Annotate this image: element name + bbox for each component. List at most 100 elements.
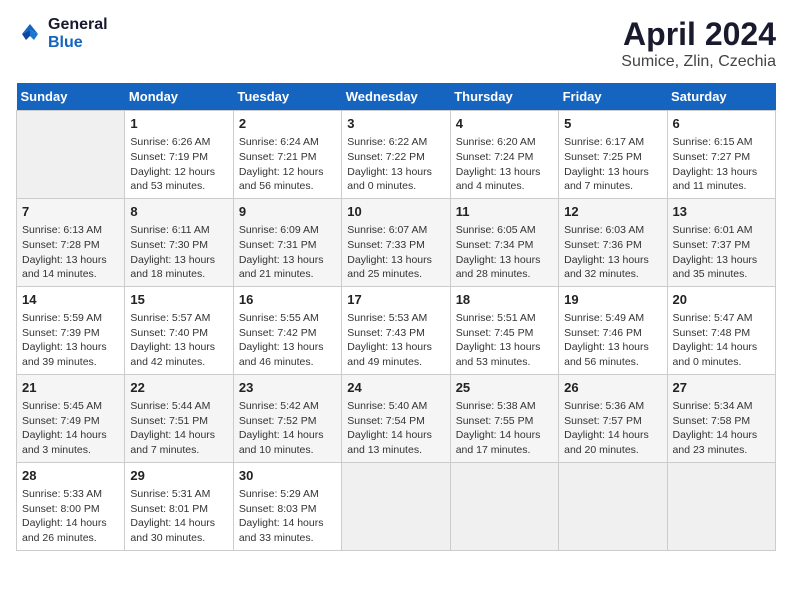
calendar-cell: 9 Sunrise: 6:09 AM Sunset: 7:31 PM Daylig… (233, 198, 341, 286)
day-number: 26 (564, 379, 661, 397)
calendar-cell: 30 Sunrise: 5:29 AM Sunset: 8:03 PM Dayli… (233, 462, 341, 550)
day-info: Sunrise: 5:33 AM Sunset: 8:00 PM Dayligh… (22, 487, 119, 546)
day-number: 9 (239, 203, 336, 221)
day-number: 24 (347, 379, 444, 397)
calendar-cell: 28 Sunrise: 5:33 AM Sunset: 8:00 PM Dayli… (17, 462, 125, 550)
day-info: Sunrise: 6:03 AM Sunset: 7:36 PM Dayligh… (564, 223, 661, 282)
day-info: Sunrise: 5:57 AM Sunset: 7:40 PM Dayligh… (130, 311, 227, 370)
day-number: 19 (564, 291, 661, 309)
calendar-cell: 7 Sunrise: 6:13 AM Sunset: 7:28 PM Daylig… (17, 198, 125, 286)
day-info: Sunrise: 5:29 AM Sunset: 8:03 PM Dayligh… (239, 487, 336, 546)
day-info: Sunrise: 5:51 AM Sunset: 7:45 PM Dayligh… (456, 311, 553, 370)
day-number: 7 (22, 203, 119, 221)
day-number: 28 (22, 467, 119, 485)
day-number: 16 (239, 291, 336, 309)
day-info: Sunrise: 5:40 AM Sunset: 7:54 PM Dayligh… (347, 399, 444, 458)
day-info: Sunrise: 6:09 AM Sunset: 7:31 PM Dayligh… (239, 223, 336, 282)
day-info: Sunrise: 5:53 AM Sunset: 7:43 PM Dayligh… (347, 311, 444, 370)
logo-icon (16, 20, 44, 48)
day-number: 11 (456, 203, 553, 221)
calendar-cell: 17 Sunrise: 5:53 AM Sunset: 7:43 PM Dayli… (342, 286, 450, 374)
calendar-cell: 19 Sunrise: 5:49 AM Sunset: 7:46 PM Dayli… (559, 286, 667, 374)
day-number: 30 (239, 467, 336, 485)
day-info: Sunrise: 6:13 AM Sunset: 7:28 PM Dayligh… (22, 223, 119, 282)
day-number: 29 (130, 467, 227, 485)
calendar-cell: 14 Sunrise: 5:59 AM Sunset: 7:39 PM Dayli… (17, 286, 125, 374)
day-number: 25 (456, 379, 553, 397)
calendar-cell: 15 Sunrise: 5:57 AM Sunset: 7:40 PM Dayli… (125, 286, 233, 374)
day-info: Sunrise: 6:22 AM Sunset: 7:22 PM Dayligh… (347, 135, 444, 194)
day-info: Sunrise: 6:07 AM Sunset: 7:33 PM Dayligh… (347, 223, 444, 282)
day-info: Sunrise: 6:05 AM Sunset: 7:34 PM Dayligh… (456, 223, 553, 282)
title-block: April 2024 Sumice, Zlin, Czechia (621, 16, 776, 71)
location: Sumice, Zlin, Czechia (621, 53, 776, 71)
logo: General Blue (16, 16, 108, 52)
calendar-cell: 16 Sunrise: 5:55 AM Sunset: 7:42 PM Dayli… (233, 286, 341, 374)
day-number: 8 (130, 203, 227, 221)
calendar-cell (450, 462, 558, 550)
calendar-cell: 27 Sunrise: 5:34 AM Sunset: 7:58 PM Dayli… (667, 374, 775, 462)
calendar-cell: 22Sunrise: 5:44 AM Sunset: 7:51 PM Dayli… (125, 374, 233, 462)
day-number: 20 (673, 291, 770, 309)
day-number: 21 (22, 379, 119, 397)
weekday-header-wednesday: Wednesday (342, 83, 450, 111)
calendar-cell (17, 111, 125, 199)
day-number: 3 (347, 115, 444, 133)
day-info: Sunrise: 5:42 AM Sunset: 7:52 PM Dayligh… (239, 399, 336, 458)
page-header: General Blue April 2024 Sumice, Zlin, Cz… (16, 16, 776, 71)
calendar-cell: 25 Sunrise: 5:38 AM Sunset: 7:55 PM Dayli… (450, 374, 558, 462)
day-info: Sunrise: 6:15 AM Sunset: 7:27 PM Dayligh… (673, 135, 770, 194)
day-number: 15 (130, 291, 227, 309)
calendar-cell: 5 Sunrise: 6:17 AM Sunset: 7:25 PM Daylig… (559, 111, 667, 199)
calendar-cell: 6Sunrise: 6:15 AM Sunset: 7:27 PM Daylig… (667, 111, 775, 199)
day-number: 5 (564, 115, 661, 133)
logo-text: General Blue (48, 16, 108, 52)
day-info: Sunrise: 5:31 AM Sunset: 8:01 PM Dayligh… (130, 487, 227, 546)
calendar-cell: 13 Sunrise: 6:01 AM Sunset: 7:37 PM Dayli… (667, 198, 775, 286)
calendar-cell: 20 Sunrise: 5:47 AM Sunset: 7:48 PM Dayli… (667, 286, 775, 374)
calendar-cell (559, 462, 667, 550)
calendar-cell: 26 Sunrise: 5:36 AM Sunset: 7:57 PM Dayli… (559, 374, 667, 462)
calendar-cell: 21 Sunrise: 5:45 AM Sunset: 7:49 PM Dayli… (17, 374, 125, 462)
weekday-header-monday: Monday (125, 83, 233, 111)
calendar-cell: 4 Sunrise: 6:20 AM Sunset: 7:24 PM Daylig… (450, 111, 558, 199)
day-info: Sunrise: 5:49 AM Sunset: 7:46 PM Dayligh… (564, 311, 661, 370)
day-number: 2 (239, 115, 336, 133)
weekday-header-tuesday: Tuesday (233, 83, 341, 111)
calendar-cell: 1Sunrise: 6:26 AM Sunset: 7:19 PM Daylig… (125, 111, 233, 199)
day-number: 13 (673, 203, 770, 221)
calendar-cell: 29 Sunrise: 5:31 AM Sunset: 8:01 PM Dayli… (125, 462, 233, 550)
month-title: April 2024 (621, 16, 776, 53)
calendar-cell: 18 Sunrise: 5:51 AM Sunset: 7:45 PM Dayli… (450, 286, 558, 374)
day-info: Sunrise: 6:01 AM Sunset: 7:37 PM Dayligh… (673, 223, 770, 282)
day-info: Sunrise: 5:34 AM Sunset: 7:58 PM Dayligh… (673, 399, 770, 458)
day-info: Sunrise: 6:17 AM Sunset: 7:25 PM Dayligh… (564, 135, 661, 194)
calendar-cell: 8Sunrise: 6:11 AM Sunset: 7:30 PM Daylig… (125, 198, 233, 286)
calendar-cell: 24 Sunrise: 5:40 AM Sunset: 7:54 PM Dayli… (342, 374, 450, 462)
day-number: 22 (130, 379, 227, 397)
day-number: 17 (347, 291, 444, 309)
calendar-cell: 12 Sunrise: 6:03 AM Sunset: 7:36 PM Dayli… (559, 198, 667, 286)
calendar-cell: 23Sunrise: 5:42 AM Sunset: 7:52 PM Dayli… (233, 374, 341, 462)
day-number: 27 (673, 379, 770, 397)
calendar-cell: 3 Sunrise: 6:22 AM Sunset: 7:22 PM Daylig… (342, 111, 450, 199)
calendar-cell (667, 462, 775, 550)
day-info: Sunrise: 5:55 AM Sunset: 7:42 PM Dayligh… (239, 311, 336, 370)
weekday-header-thursday: Thursday (450, 83, 558, 111)
calendar-table: SundayMondayTuesdayWednesdayThursdayFrid… (16, 83, 776, 551)
day-info: Sunrise: 5:47 AM Sunset: 7:48 PM Dayligh… (673, 311, 770, 370)
day-number: 12 (564, 203, 661, 221)
calendar-cell: 11 Sunrise: 6:05 AM Sunset: 7:34 PM Dayli… (450, 198, 558, 286)
day-info: Sunrise: 5:36 AM Sunset: 7:57 PM Dayligh… (564, 399, 661, 458)
day-number: 4 (456, 115, 553, 133)
day-info: Sunrise: 5:45 AM Sunset: 7:49 PM Dayligh… (22, 399, 119, 458)
day-info: Sunrise: 5:59 AM Sunset: 7:39 PM Dayligh… (22, 311, 119, 370)
calendar-cell (342, 462, 450, 550)
day-number: 1 (130, 115, 227, 133)
day-number: 14 (22, 291, 119, 309)
day-number: 18 (456, 291, 553, 309)
day-info: Sunrise: 6:24 AM Sunset: 7:21 PM Dayligh… (239, 135, 336, 194)
day-info: Sunrise: 5:38 AM Sunset: 7:55 PM Dayligh… (456, 399, 553, 458)
day-info: Sunrise: 6:20 AM Sunset: 7:24 PM Dayligh… (456, 135, 553, 194)
weekday-header-sunday: Sunday (17, 83, 125, 111)
